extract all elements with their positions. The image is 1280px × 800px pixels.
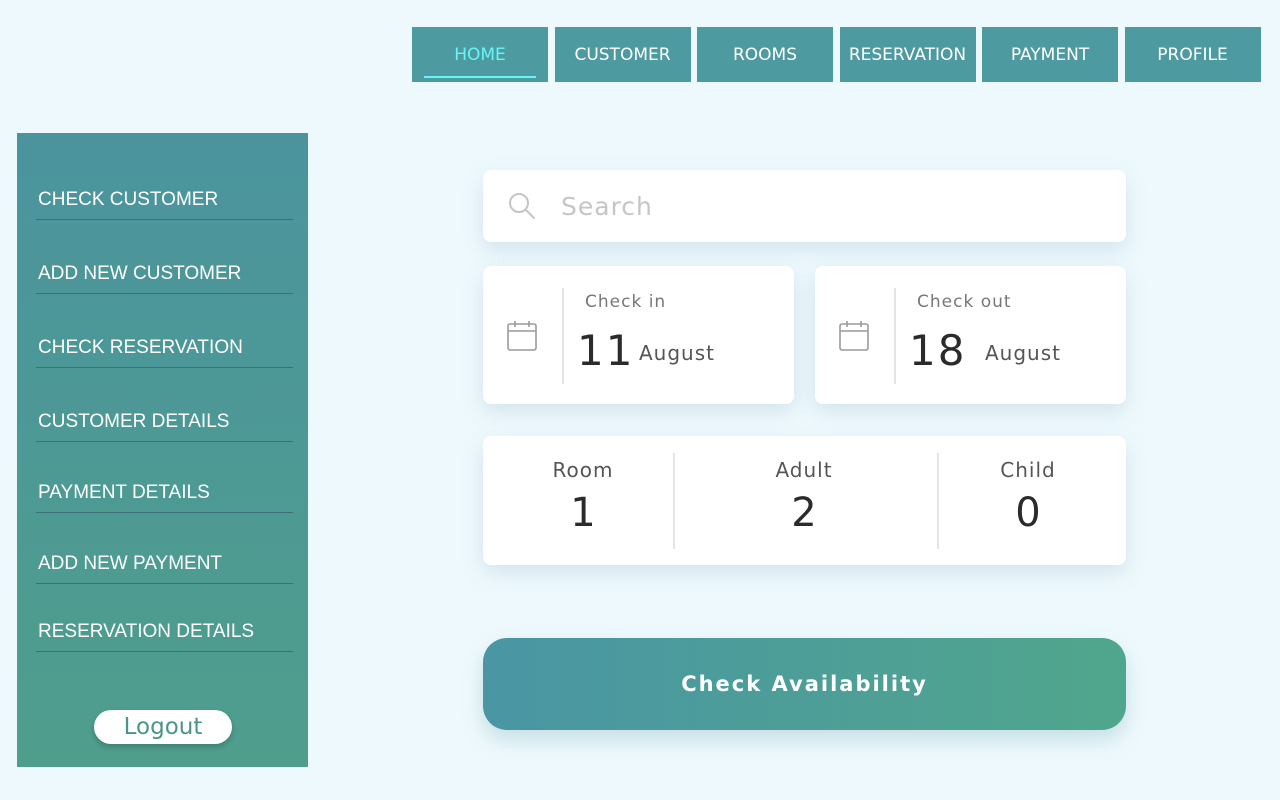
guest-selector: Room 1 Adult 2 Child 0 (483, 436, 1126, 565)
nav-home[interactable]: HOME (412, 27, 548, 82)
sidebar-item-check-customer[interactable]: CHECK CUSTOMER (36, 189, 293, 220)
search-bar (483, 170, 1126, 242)
check-out-month: August (985, 341, 1061, 365)
logout-button[interactable]: Logout (94, 710, 232, 744)
nav-customer[interactable]: CUSTOMER (554, 27, 691, 82)
sidebar-item-customer-details[interactable]: CUSTOMER DETAILS (36, 411, 293, 442)
sidebar-item-check-reservation[interactable]: CHECK RESERVATION (36, 337, 293, 368)
check-in-label: Check in (585, 292, 667, 312)
nav-payment[interactable]: PAYMENT (982, 27, 1118, 82)
nav-reservation[interactable]: RESERVATION (839, 27, 976, 82)
sidebar-item-payment-details[interactable]: PAYMENT DETAILS (36, 482, 293, 513)
check-availability-button[interactable]: Check Availability (483, 638, 1126, 730)
check-in-day: 11 (577, 326, 635, 375)
check-out-label: Check out (917, 292, 1012, 312)
sidebar: CHECK CUSTOMER ADD NEW CUSTOMER CHECK RE… (17, 133, 308, 767)
room-value: 1 (570, 490, 596, 536)
child-label: Child (1000, 458, 1056, 482)
nav-profile[interactable]: PROFILE (1124, 27, 1261, 82)
sidebar-item-add-new-customer[interactable]: ADD NEW CUSTOMER (36, 263, 293, 294)
adult-label: Adult (775, 458, 833, 482)
check-out-day: 18 (909, 326, 967, 375)
top-navigation: HOME CUSTOMER ROOMS RESERVATION PAYMENT … (412, 27, 1261, 82)
child-value: 0 (1015, 490, 1041, 536)
search-input[interactable] (559, 190, 1103, 222)
adult-value: 2 (791, 490, 817, 536)
calendar-icon (507, 321, 537, 351)
page: HOME CUSTOMER ROOMS RESERVATION PAYMENT … (0, 0, 1280, 800)
room-label: Room (552, 458, 614, 482)
check-out-picker[interactable]: Check out 18 August (815, 266, 1126, 404)
sidebar-item-reservation-details[interactable]: RESERVATION DETAILS (36, 621, 293, 652)
date-divider (562, 288, 564, 384)
room-selector[interactable]: Room 1 (538, 458, 628, 536)
child-selector[interactable]: Child 0 (983, 458, 1073, 536)
nav-rooms[interactable]: ROOMS (697, 27, 833, 82)
guest-divider (937, 453, 939, 549)
search-icon (509, 193, 535, 219)
adult-selector[interactable]: Adult 2 (759, 458, 849, 536)
sidebar-item-add-new-payment[interactable]: ADD NEW PAYMENT (36, 553, 293, 584)
date-divider (894, 288, 896, 384)
check-in-month: August (639, 341, 715, 365)
check-in-picker[interactable]: Check in 11 August (483, 266, 794, 404)
calendar-icon (839, 321, 869, 351)
guest-divider (673, 453, 675, 549)
